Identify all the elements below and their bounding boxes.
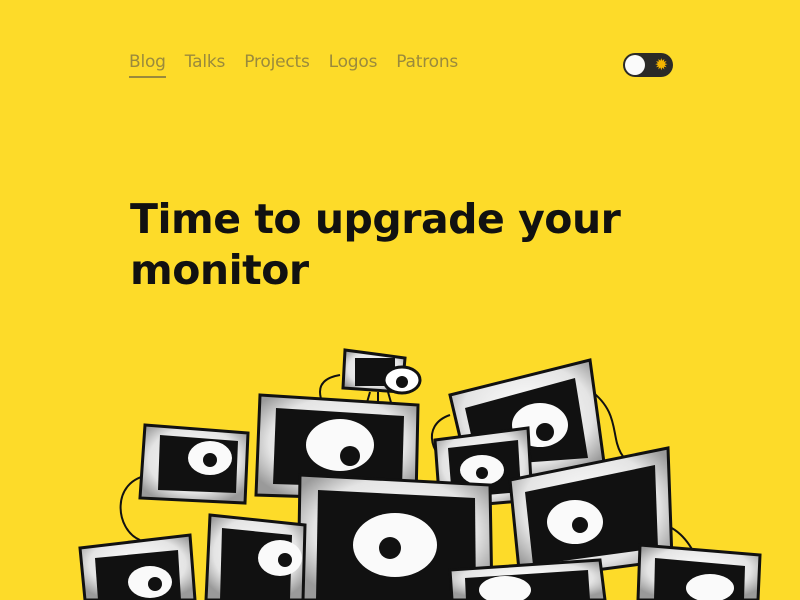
theme-toggle[interactable]: ✹ xyxy=(623,53,673,77)
nav-link-logos[interactable]: Logos xyxy=(329,52,378,78)
toggle-knob xyxy=(625,55,645,75)
sun-icon: ✹ xyxy=(654,55,668,74)
nav-link-projects[interactable]: Projects xyxy=(244,52,310,78)
monitor-left-lower xyxy=(204,513,307,600)
camera-monitor xyxy=(341,348,422,407)
nav-link-blog[interactable]: Blog xyxy=(129,52,166,78)
monitor-left xyxy=(138,423,250,505)
monitors-illustration xyxy=(78,348,762,600)
monitor-bottom-right xyxy=(636,543,762,600)
nav-link-talks[interactable]: Talks xyxy=(185,52,226,78)
monitor-bottom-left xyxy=(78,533,197,600)
article-title: Time to upgrade your monitor xyxy=(130,195,621,294)
nav-link-patrons[interactable]: Patrons xyxy=(396,52,458,78)
main-nav: Blog Talks Projects Logos Patrons xyxy=(129,52,477,78)
